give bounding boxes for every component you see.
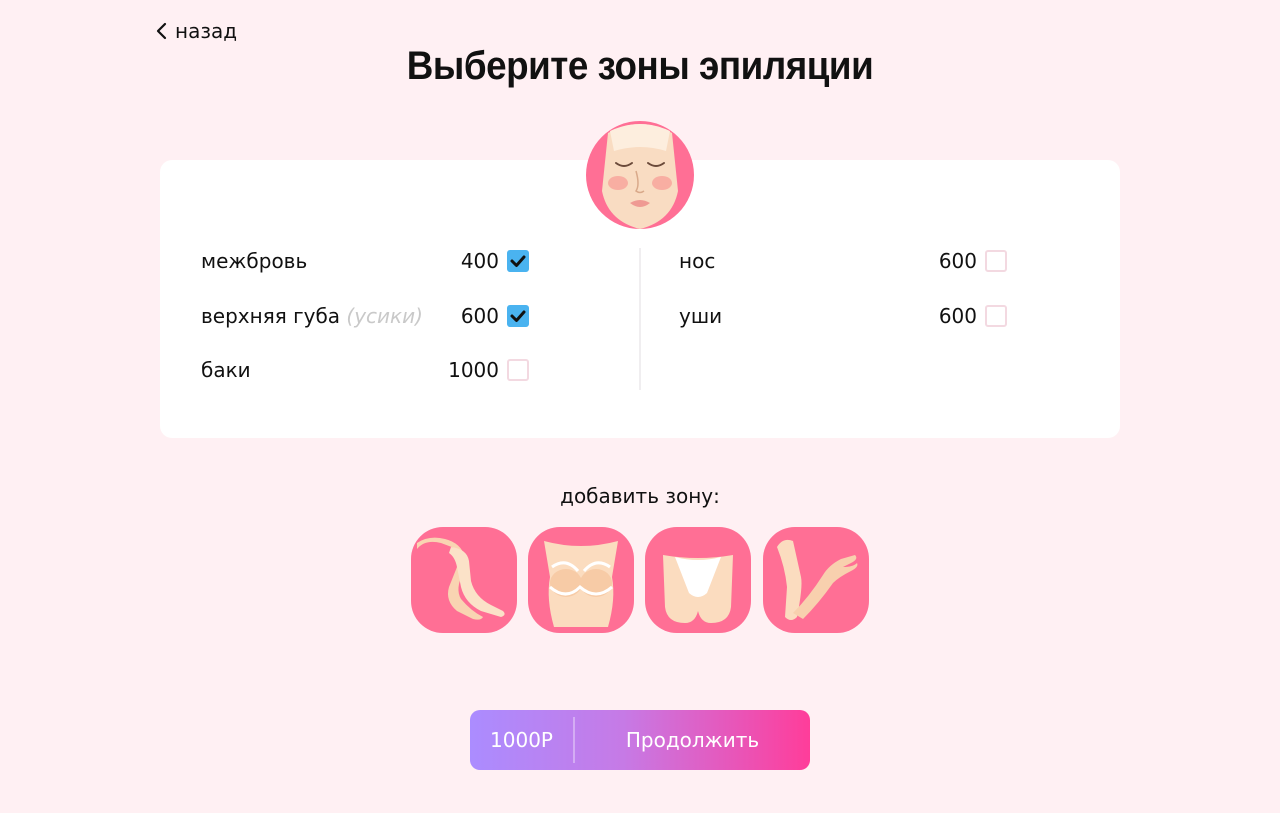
zone-label: нос bbox=[679, 249, 716, 273]
add-zone-arm-button[interactable] bbox=[763, 527, 869, 633]
zone-checkbox[interactable] bbox=[985, 250, 1007, 272]
add-zone-legs-button[interactable] bbox=[411, 527, 517, 633]
zone-row-ushi[interactable]: уши 600 bbox=[679, 301, 1007, 331]
zone-label: баки bbox=[201, 358, 251, 382]
bikini-icon bbox=[663, 555, 733, 623]
add-zone-bikini-button[interactable] bbox=[645, 527, 751, 633]
zone-label: уши bbox=[679, 304, 723, 328]
arm-icon bbox=[777, 539, 858, 620]
continue-label: Продолжить bbox=[625, 728, 760, 752]
zone-price: 600 bbox=[460, 304, 499, 328]
zone-checkbox[interactable] bbox=[507, 250, 529, 272]
zone-label: верхняя губа (усики) bbox=[201, 304, 423, 328]
zone-label: межбровь bbox=[201, 249, 308, 273]
chevron-left-icon bbox=[155, 22, 167, 40]
zone-row-baki[interactable]: баки 1000 bbox=[201, 355, 529, 385]
chest-icon bbox=[544, 541, 618, 627]
add-zone-list bbox=[411, 527, 869, 633]
column-divider bbox=[639, 248, 641, 390]
legs-icon bbox=[417, 537, 505, 620]
continue-button[interactable]: 1000Р Продолжить bbox=[470, 710, 810, 770]
add-zone-chest-button[interactable] bbox=[528, 527, 634, 633]
back-link[interactable]: назад bbox=[155, 19, 237, 43]
zone-row-mezhbrov[interactable]: межбровь 400 bbox=[201, 246, 529, 276]
checkmark-icon bbox=[510, 255, 526, 267]
zone-row-nos[interactable]: нос 600 bbox=[679, 246, 1007, 276]
back-label: назад bbox=[175, 19, 238, 43]
zone-price: 400 bbox=[460, 249, 499, 273]
face-icon bbox=[586, 121, 694, 229]
zone-row-verkhnyaya-guba[interactable]: верхняя губа (усики) 600 bbox=[201, 301, 529, 331]
zone-checkbox[interactable] bbox=[507, 305, 529, 327]
zone-checkbox[interactable] bbox=[507, 359, 529, 381]
zone-price: 600 bbox=[938, 249, 977, 273]
page-title: Выберите зоны эпиляции bbox=[406, 44, 874, 88]
total-amount: 1000Р bbox=[490, 728, 553, 752]
zone-hint: (усики) bbox=[346, 304, 423, 328]
zone-checkbox[interactable] bbox=[985, 305, 1007, 327]
zone-price: 600 bbox=[938, 304, 977, 328]
zone-price: 1000 bbox=[448, 358, 499, 382]
checkmark-icon bbox=[510, 310, 526, 322]
add-zone-label: добавить зону: bbox=[560, 484, 720, 508]
